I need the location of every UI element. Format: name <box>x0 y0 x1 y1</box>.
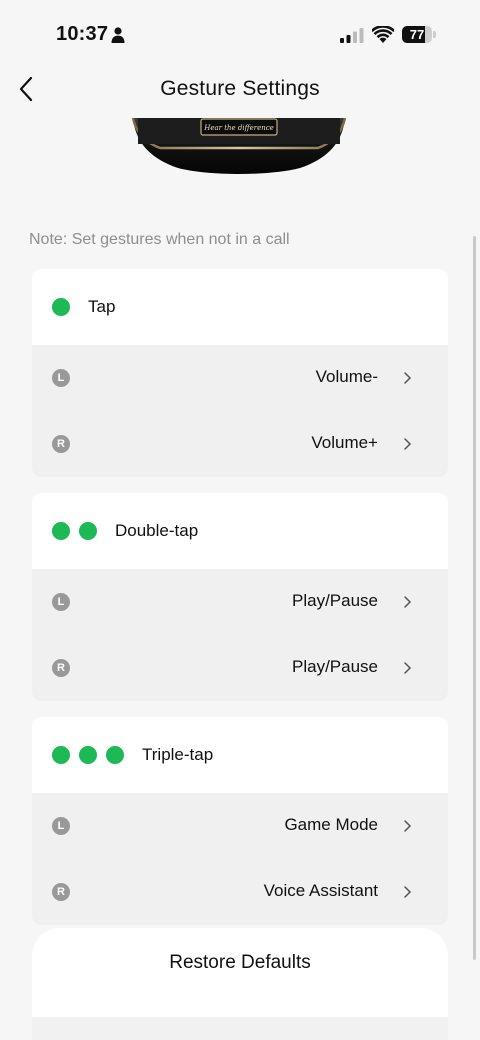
right-earbud-badge: R <box>52 659 70 677</box>
tap-dot-icon <box>79 746 97 764</box>
chevron-right-icon <box>404 438 412 450</box>
tap-dot-icon <box>52 298 70 316</box>
restore-defaults-button[interactable]: Restore Defaults <box>32 952 448 974</box>
right-earbud-badge: R <box>52 435 70 453</box>
right-earbud-badge: R <box>52 883 70 901</box>
gesture-action-value: Game Mode <box>284 815 378 834</box>
gesture-header: Tap <box>32 269 448 345</box>
left-earbud-badge: L <box>52 593 70 611</box>
status-time: 10:37 <box>56 23 109 45</box>
wifi-icon <box>372 26 394 43</box>
gesture-row-right[interactable]: R Voice Assistant <box>32 859 448 925</box>
chevron-right-icon <box>404 596 412 608</box>
gesture-header: Triple-tap <box>32 717 448 793</box>
gesture-card-double-tap: Double-tap L Play/Pause R Play/Pause <box>32 493 448 701</box>
gesture-title: Double-tap <box>115 521 199 540</box>
gesture-card-triple-tap: Triple-tap L Game Mode R Voice Assistant <box>32 717 448 925</box>
chevron-right-icon <box>404 886 412 898</box>
battery-cap <box>433 31 436 38</box>
cellular-signal-icon <box>340 28 364 43</box>
chevron-right-icon <box>404 820 412 832</box>
status-bar: 10:37 77 <box>0 0 480 70</box>
restore-defaults-sheet: Restore Defaults <box>32 928 448 1040</box>
gesture-row-left[interactable]: L Game Mode <box>32 793 448 859</box>
gesture-action-value: Voice Assistant <box>263 881 378 900</box>
gesture-note: Note: Set gestures when not in a call <box>29 231 290 248</box>
gesture-action-value: Volume+ <box>311 433 378 452</box>
battery-icon: 77 <box>402 26 432 43</box>
gesture-action-value: Play/Pause <box>292 657 378 676</box>
tap-dot-icon <box>79 522 97 540</box>
gesture-row-right[interactable]: R Play/Pause <box>32 635 448 701</box>
gesture-card-tap: Tap L Volume- R Volume+ <box>32 269 448 477</box>
tap-dot-icon <box>52 746 70 764</box>
gesture-action-value: Play/Pause <box>292 591 378 610</box>
gesture-row-right[interactable]: R Volume+ <box>32 411 448 477</box>
gesture-row-left[interactable]: L Play/Pause <box>32 569 448 635</box>
page-title: Gesture Settings <box>160 77 320 100</box>
gesture-header: Double-tap <box>32 493 448 569</box>
gesture-row-left[interactable]: L Volume- <box>32 345 448 411</box>
earbuds-case-image: Hear the difference <box>131 118 347 174</box>
gesture-title: Triple-tap <box>142 745 214 764</box>
tap-dot-icon <box>106 746 124 764</box>
gesture-title: Tap <box>88 297 116 316</box>
left-earbud-badge: L <box>52 369 70 387</box>
battery-level: 77 <box>409 27 425 42</box>
chevron-right-icon <box>404 662 412 674</box>
sheet-divider <box>32 1017 448 1040</box>
scrollbar[interactable] <box>473 236 476 960</box>
tap-dot-icon <box>52 522 70 540</box>
person-icon <box>111 27 125 43</box>
left-earbud-badge: L <box>52 817 70 835</box>
gesture-action-value: Volume- <box>315 367 378 386</box>
case-engraving: Hear the difference <box>203 124 274 132</box>
chevron-right-icon <box>404 372 412 384</box>
